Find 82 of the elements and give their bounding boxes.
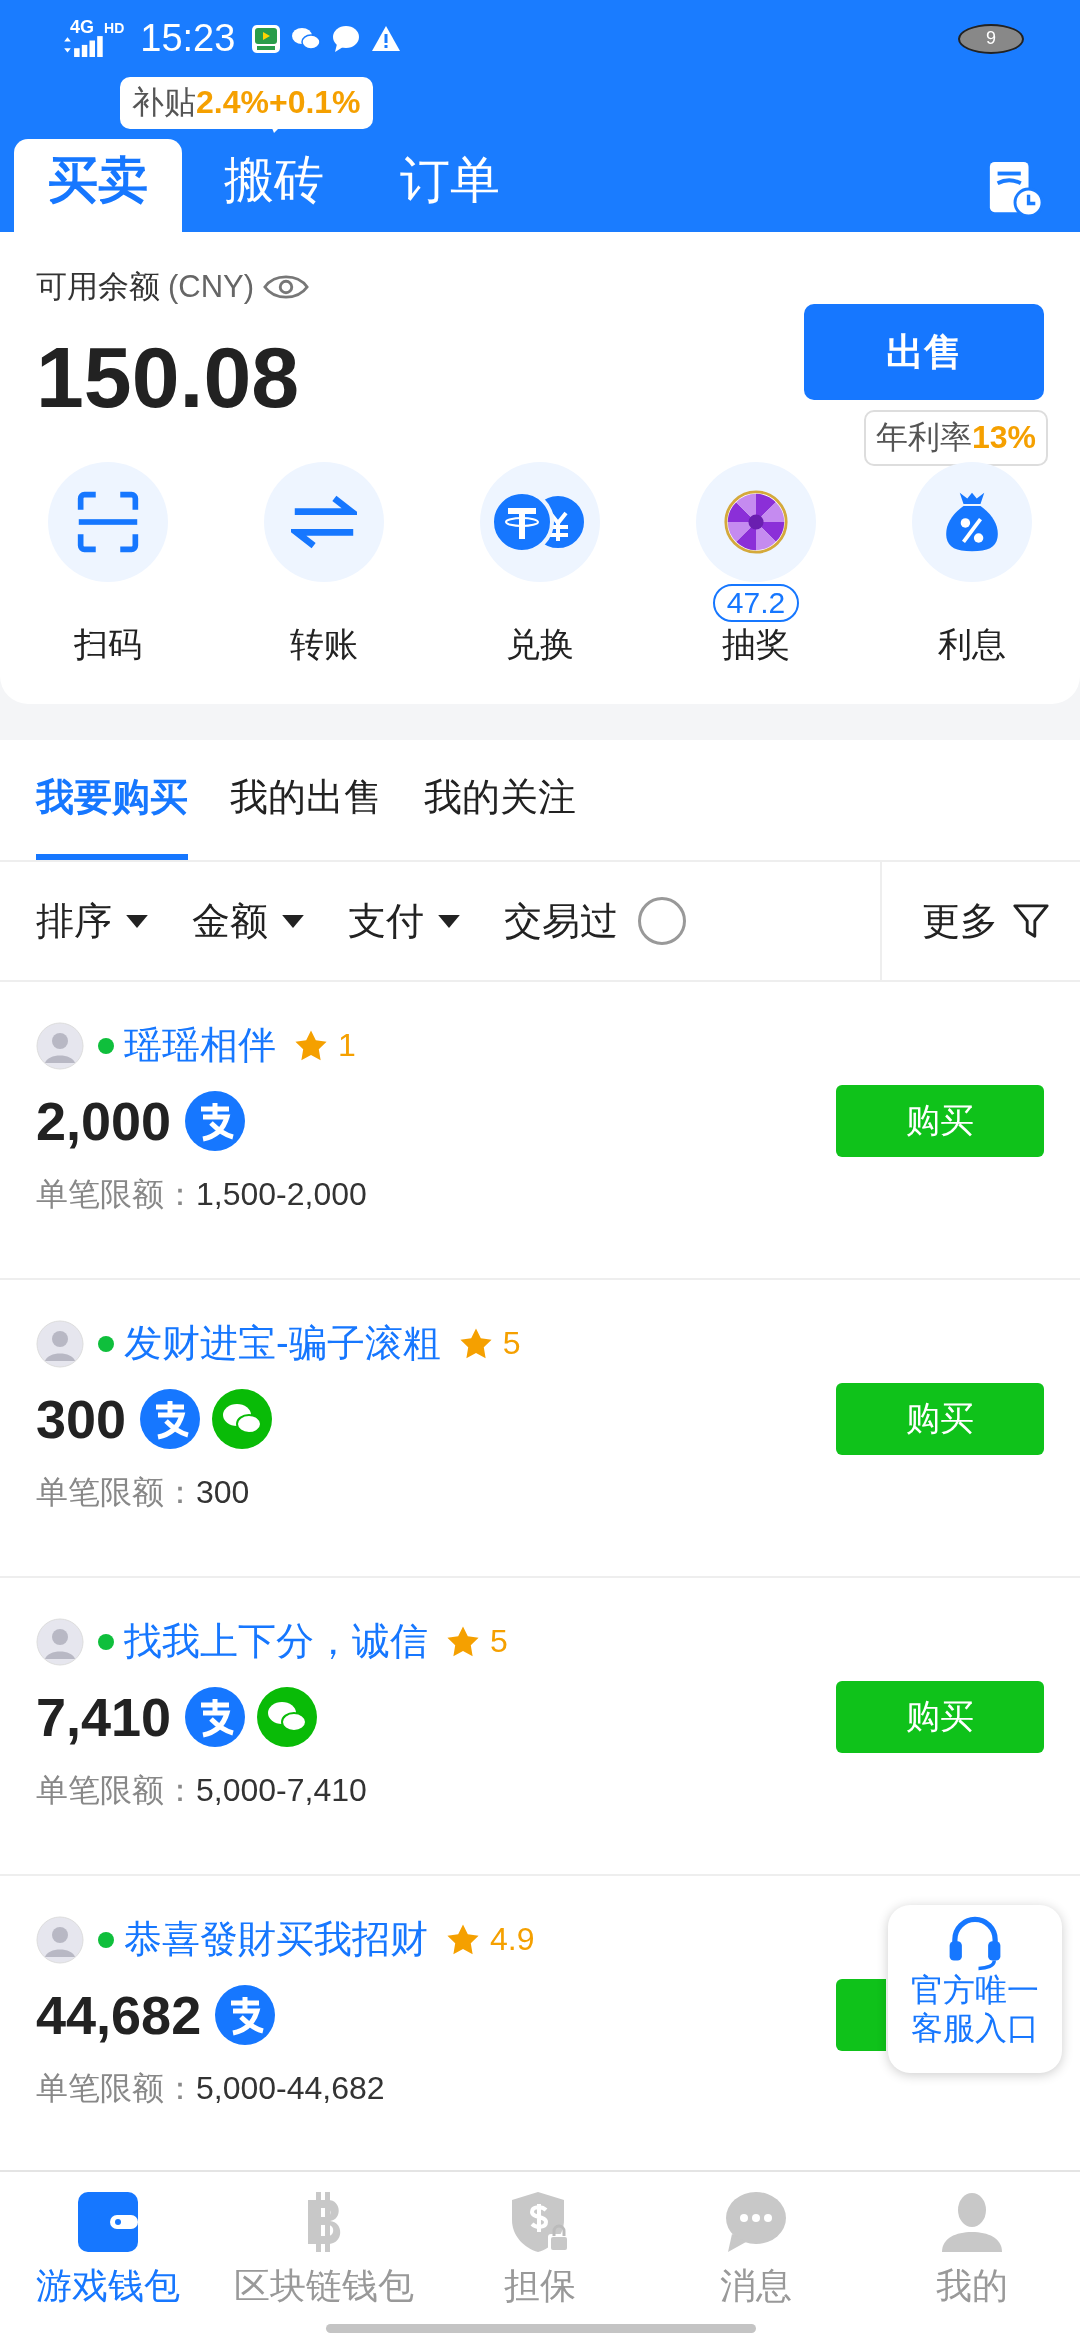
chat-bubble-icon bbox=[724, 2190, 788, 2254]
limit-value: 1,500-2,000 bbox=[196, 1176, 367, 1212]
alipay-icon bbox=[185, 1687, 246, 1747]
seller-rating: 1 bbox=[338, 1027, 356, 1064]
top-tab[interactable]: 搬砖 bbox=[190, 139, 358, 232]
star-icon bbox=[294, 1028, 328, 1063]
star-icon bbox=[446, 1922, 480, 1957]
alipay-icon bbox=[140, 1389, 201, 1449]
market-tab[interactable]: 我要购买 bbox=[36, 740, 188, 860]
avatar-icon bbox=[36, 1319, 84, 1368]
buy-button[interactable]: 购买 bbox=[836, 1681, 1044, 1753]
listing-amount: 44,682 bbox=[36, 1984, 202, 2046]
seller-name[interactable]: 瑶瑶相伴 bbox=[124, 1020, 276, 1071]
limit-value: 5,000-7,410 bbox=[196, 1772, 367, 1808]
nav-tab[interactable]: 担保 bbox=[432, 2190, 648, 2311]
filter-icon bbox=[1012, 902, 1050, 940]
limit-label: 单笔限额： bbox=[36, 1772, 196, 1808]
action-label: 转账 bbox=[290, 624, 358, 665]
limit-label: 单笔限额： bbox=[36, 1474, 196, 1510]
network-label: 4G bbox=[70, 17, 94, 39]
prize-badge: 47.2 bbox=[712, 584, 800, 622]
seller-name[interactable]: 发财进宝-骗子滚粗 bbox=[124, 1318, 441, 1369]
more-filters-button[interactable]: 更多 bbox=[882, 862, 1080, 980]
buy-button[interactable]: 购买 bbox=[836, 1383, 1044, 1455]
filter-dropdown[interactable]: 金额 bbox=[192, 895, 304, 947]
action-label: 扫码 bbox=[74, 624, 142, 665]
chat-icon bbox=[331, 23, 362, 54]
alipay-icon bbox=[215, 1985, 276, 2045]
customer-service-button[interactable]: 官方唯一客服入口 bbox=[888, 1905, 1062, 2073]
seller-rating: 4.9 bbox=[490, 1921, 535, 1958]
sell-button[interactable]: 出售 bbox=[804, 304, 1044, 400]
seller-rating: 5 bbox=[490, 1623, 508, 1660]
action-label: 抽奖 bbox=[722, 624, 790, 665]
caret-icon bbox=[126, 914, 148, 928]
signal-icon bbox=[62, 33, 106, 58]
nav-tab[interactable]: 我的 bbox=[864, 2190, 1080, 2311]
prize-wheel-icon bbox=[723, 489, 789, 555]
seller-rating: 5 bbox=[502, 1325, 521, 1362]
avatar-icon bbox=[36, 1915, 84, 1964]
caret-icon bbox=[438, 914, 460, 928]
star-icon bbox=[446, 1624, 480, 1659]
limit-value: 5,000-44,682 bbox=[196, 2070, 385, 2106]
person-icon bbox=[940, 2190, 1004, 2254]
notification-badge: 9 bbox=[958, 23, 1024, 54]
avatar-icon bbox=[36, 1617, 84, 1666]
market-tab[interactable]: 我的出售 bbox=[230, 740, 382, 860]
balance-label: 可用余额 bbox=[36, 268, 160, 306]
seller-name[interactable]: 恭喜發財买我招财 bbox=[124, 1914, 428, 1965]
listing-amount: 7,410 bbox=[36, 1686, 172, 1748]
market-tab[interactable]: 我的关注 bbox=[424, 740, 576, 860]
alipay-icon bbox=[185, 1091, 246, 1151]
seller-name[interactable]: 找我上下分，诚信 bbox=[124, 1616, 428, 1667]
buy-button[interactable]: 购买 bbox=[836, 1085, 1044, 1157]
filter-dropdown[interactable]: 支付 bbox=[348, 895, 460, 947]
action-label: 兑换 bbox=[506, 624, 574, 665]
interest-rate-tooltip: 年利率13% bbox=[863, 410, 1048, 466]
caret-icon bbox=[282, 914, 304, 928]
wallet-icon bbox=[76, 2190, 140, 2254]
status-time: 15:23 bbox=[140, 17, 236, 61]
avatar-icon bbox=[36, 1021, 84, 1070]
top-tab[interactable]: 订单 bbox=[366, 139, 534, 232]
balance-amount: 150.08 bbox=[36, 328, 301, 427]
filter-label: 交易过 bbox=[504, 898, 618, 944]
limit-label: 单笔限额： bbox=[36, 1176, 196, 1212]
nav-tab[interactable]: 游戏钱包 bbox=[0, 2190, 216, 2311]
wechat-pay-icon bbox=[257, 1687, 318, 1747]
star-icon bbox=[458, 1326, 493, 1361]
limit-value: 300 bbox=[196, 1474, 250, 1510]
traded-checkbox[interactable] bbox=[638, 897, 686, 945]
action-label: 利息 bbox=[938, 624, 1006, 665]
filter-dropdown[interactable]: 排序 bbox=[36, 895, 148, 947]
listing-amount: 2,000 bbox=[36, 1090, 172, 1152]
network-type-label: HD bbox=[104, 19, 125, 36]
limit-label: 单笔限额： bbox=[36, 2070, 196, 2106]
nav-tab[interactable]: 消息 bbox=[648, 2190, 864, 2311]
app-icon bbox=[251, 23, 282, 54]
top-tab[interactable]: 买卖 bbox=[14, 139, 182, 232]
scan-icon bbox=[75, 489, 141, 555]
currency-label: (CNY) bbox=[168, 269, 255, 305]
nav-tab[interactable]: 区块链钱包 bbox=[216, 2190, 432, 2311]
listing-amount: 300 bbox=[36, 1388, 127, 1450]
wechat-pay-icon bbox=[212, 1389, 273, 1449]
